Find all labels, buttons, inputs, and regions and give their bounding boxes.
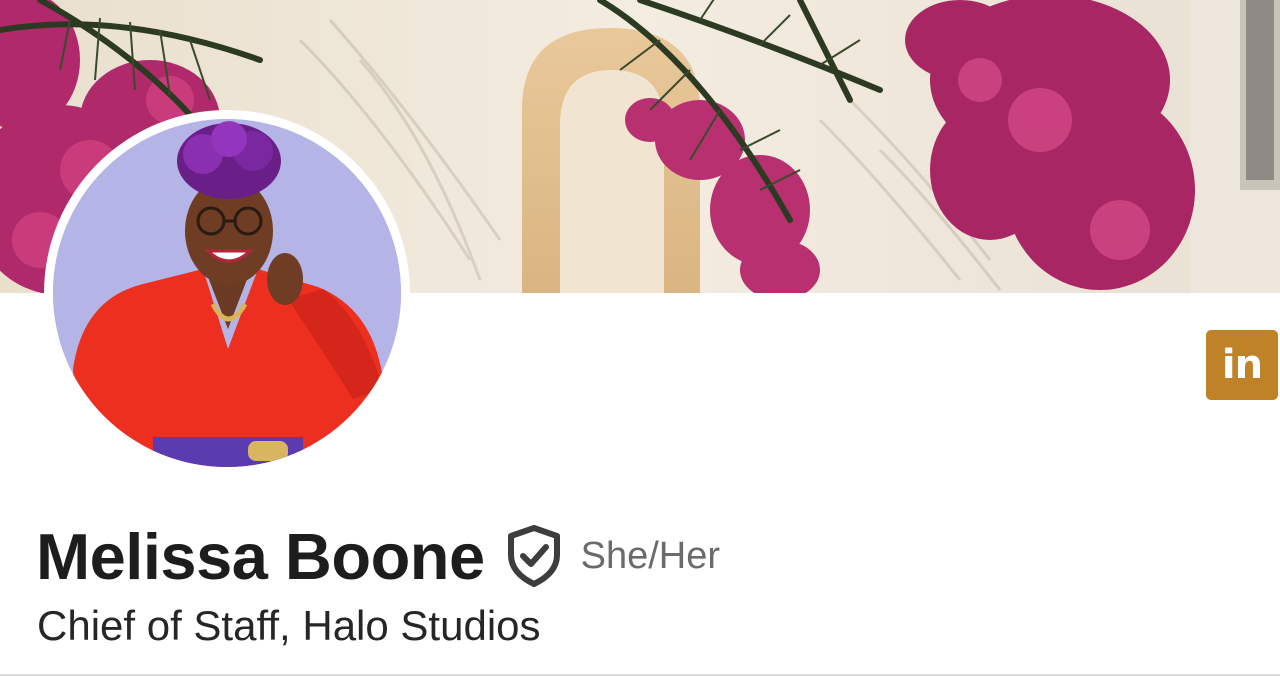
name-row: Melissa Boone She/Her (36, 516, 720, 596)
profile-headline: Chief of Staff, Halo Studios (37, 602, 541, 649)
shield-check-icon[interactable] (507, 525, 561, 587)
pronouns-label: She/Her (580, 534, 721, 577)
profile-avatar[interactable] (53, 119, 401, 467)
linkedin-logo-icon[interactable]: in (1206, 330, 1278, 400)
profile-name: Melissa Boone (36, 519, 485, 593)
linkedin-logo-text: in (1221, 342, 1263, 388)
profile-card: in Melissa Boone She/Her Chief of Staff,… (0, 0, 1280, 676)
